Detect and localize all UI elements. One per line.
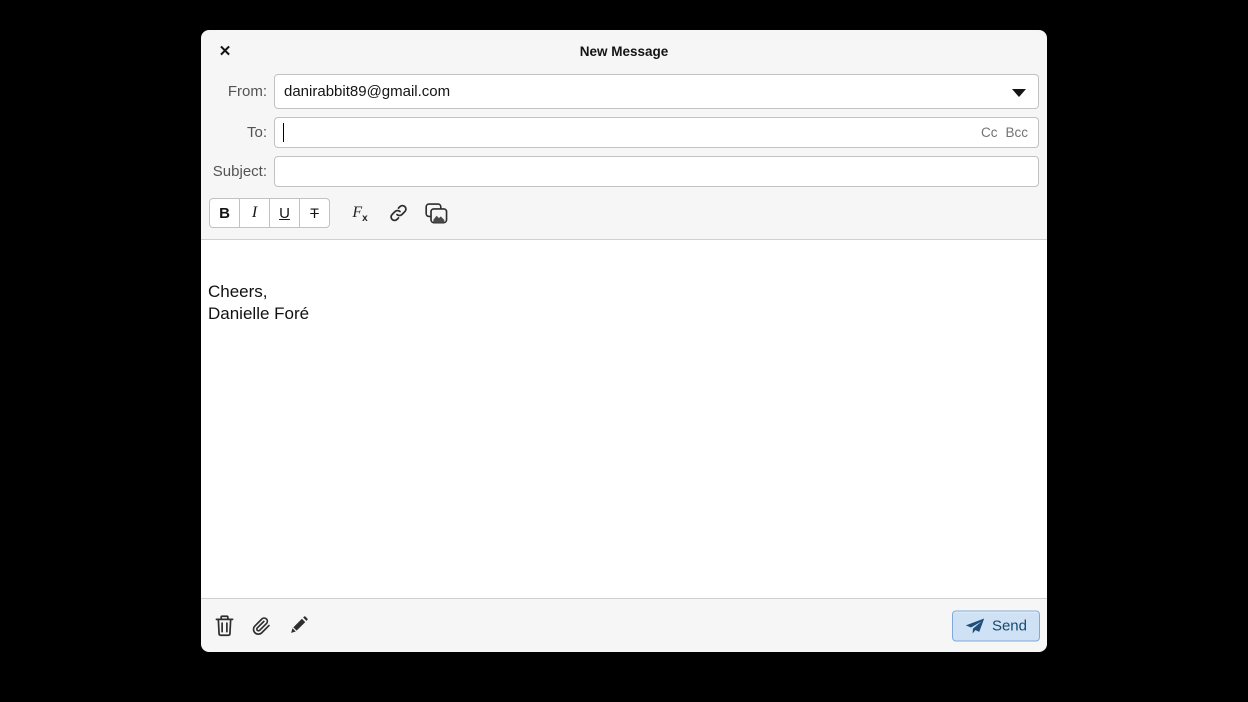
attach-file-button[interactable] <box>246 610 277 641</box>
subject-row: Subject: <box>209 156 1039 187</box>
insert-image-button[interactable] <box>421 198 451 228</box>
compose-header: From: danirabbit89@gmail.com To: Cc Bcc <box>201 72 1047 196</box>
to-label: To: <box>209 124 267 141</box>
close-icon: ✕ <box>219 42 232 60</box>
clear-formatting-button[interactable]: Fx <box>345 198 375 228</box>
from-value: danirabbit89@gmail.com <box>275 83 450 100</box>
from-combobox[interactable]: danirabbit89@gmail.com <box>274 74 1039 109</box>
clear-formatting-icon: Fx <box>352 204 367 222</box>
close-button[interactable]: ✕ <box>213 39 237 63</box>
cc-button[interactable]: Cc <box>981 125 998 140</box>
to-row: To: Cc Bcc <box>209 117 1039 148</box>
to-input[interactable]: Cc Bcc <box>274 117 1039 148</box>
bold-icon: B <box>219 205 230 222</box>
strikethrough-button[interactable]: T <box>299 198 330 228</box>
dropdown-caret-icon <box>1012 89 1026 97</box>
bold-button[interactable]: B <box>209 198 240 228</box>
action-bar: Send <box>201 599 1047 652</box>
body-line: Cheers, <box>208 281 1039 303</box>
new-message-window: ✕ New Message From: danirabbit89@gmail.c… <box>201 30 1047 652</box>
bcc-button[interactable]: Bcc <box>1005 125 1028 140</box>
signature-button[interactable] <box>283 610 314 641</box>
ccbcc-buttons: Cc Bcc <box>981 118 1028 147</box>
strikethrough-icon: T <box>310 205 319 221</box>
message-body-editor[interactable]: Cheers, Danielle Foré <box>201 239 1047 599</box>
trash-icon <box>215 615 234 637</box>
from-row: From: danirabbit89@gmail.com <box>209 74 1039 109</box>
window-title: New Message <box>580 44 669 59</box>
paperclip-icon <box>251 615 272 637</box>
insert-link-button[interactable] <box>383 198 413 228</box>
text-cursor <box>283 123 284 142</box>
italic-button[interactable]: I <box>239 198 270 228</box>
paper-plane-icon <box>965 617 985 634</box>
titlebar: ✕ New Message <box>201 30 1047 72</box>
text-style-group: B I U T <box>209 198 330 228</box>
italic-icon: I <box>252 204 257 222</box>
from-label: From: <box>209 83 267 100</box>
desktop-background: ✕ New Message From: danirabbit89@gmail.c… <box>0 0 1248 702</box>
underline-button[interactable]: U <box>269 198 300 228</box>
subject-label: Subject: <box>209 163 267 180</box>
format-toolbar: B I U T Fx <box>201 196 1047 228</box>
send-label: Send <box>992 617 1027 634</box>
discard-button[interactable] <box>209 610 240 641</box>
underline-icon: U <box>279 205 290 222</box>
subject-input[interactable] <box>274 156 1039 187</box>
pencil-icon <box>288 615 309 636</box>
image-icon <box>425 203 448 224</box>
link-icon <box>388 203 409 223</box>
body-line: Danielle Foré <box>208 303 1039 325</box>
send-button[interactable]: Send <box>952 610 1040 641</box>
